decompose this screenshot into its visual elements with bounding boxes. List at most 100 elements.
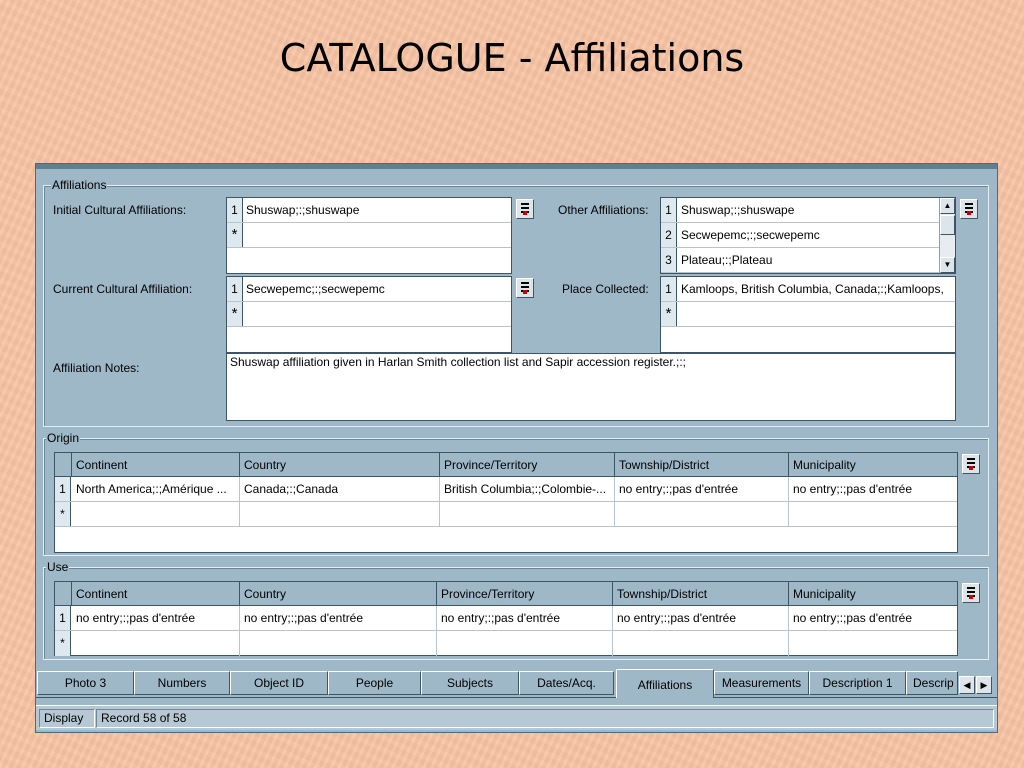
table-cell[interactable]: Canada;:;Canada [240,477,440,501]
table-cell[interactable]: no entry;:;pas d'entrée [240,606,437,630]
table-cell[interactable] [615,502,789,526]
table-new-row[interactable]: * [55,502,957,527]
row-selector[interactable]: 1 [661,277,677,301]
new-row-marker: * [227,302,243,326]
other-affiliation-value[interactable]: Plateau;:;Plateau [681,248,772,272]
table-cell[interactable] [440,502,615,526]
tab-subjects[interactable]: Subjects [421,671,519,695]
list-edit-icon[interactable] [962,454,980,474]
use-grid[interactable]: Continent Country Province/Territory Tow… [54,581,958,656]
scroll-thumb[interactable] [940,215,955,235]
origin-grid[interactable]: Continent Country Province/Territory Tow… [54,452,958,553]
tab-affiliations[interactable]: Affiliations [616,669,714,698]
origin-panel: Origin Continent Country Province/Territ… [43,431,989,556]
table-cell[interactable]: no entry;:;pas d'entrée [613,606,789,630]
subform-row[interactable]: 1 Secwepemc;:;secwepemc [227,277,511,302]
row-selector[interactable]: 1 [227,277,243,301]
tab-description-2[interactable]: Descrip [906,671,958,695]
table-cell[interactable] [240,502,440,526]
column-header[interactable]: Province/Territory [437,582,613,605]
current-affiliation-subform[interactable]: 1 Secwepemc;:;secwepemc * [226,276,512,353]
affiliation-notes-value[interactable]: Shuswap affiliation given in Harlan Smit… [230,354,686,374]
initial-affiliation-value[interactable]: Shuswap;:;shuswape [246,198,359,222]
table-cell[interactable]: no entry;:;pas d'entrée [72,606,240,630]
affiliation-notes-label: Affiliation Notes: [53,361,140,375]
list-edit-icon[interactable] [516,278,534,298]
place-collected-label: Place Collected: [562,282,649,296]
subform-new-row[interactable]: * [227,223,511,248]
table-cell[interactable]: no entry;:;pas d'entrée [615,477,789,501]
subform-row[interactable]: 3 Plateau;:;Plateau [661,248,941,273]
place-collected-value[interactable]: Kamloops, British Columbia, Canada;:;Kam… [681,277,944,301]
row-selector[interactable]: 1 [55,606,71,630]
status-record: Record 58 of 58 [96,709,994,728]
affiliation-notes-field[interactable]: Shuswap affiliation given in Harlan Smit… [226,353,956,421]
subform-row[interactable]: 2 Secwepemc;:;secwepemc [661,223,941,248]
table-row[interactable]: 1 North America;:;Amérique ... Canada;:;… [55,477,957,502]
column-header[interactable]: Municipality [789,453,957,476]
row-selector[interactable]: 1 [55,477,71,501]
list-edit-icon[interactable] [960,199,978,219]
subform-new-row[interactable]: * [227,302,511,327]
other-affiliations-subform[interactable]: 1 Shuswap;:;shuswape 2 Secwepemc;:;secwe… [660,197,956,274]
table-cell[interactable] [72,502,240,526]
new-row-marker: * [661,302,677,326]
initial-affiliations-label: Initial Cultural Affiliations: [53,203,187,217]
other-affiliation-value[interactable]: Secwepemc;:;secwepemc [681,223,820,247]
place-collected-subform[interactable]: 1 Kamloops, British Columbia, Canada;:;K… [660,276,956,353]
table-cell[interactable]: British Columbia;:;Colombie-... [440,477,615,501]
scroll-down-icon[interactable]: ▼ [940,257,955,273]
subform-row[interactable]: 1 Shuswap;:;shuswape [227,198,511,223]
subform-new-row[interactable]: * [661,302,955,327]
tab-photo-3[interactable]: Photo 3 [37,671,134,695]
table-cell[interactable]: no entry;:;pas d'entrée [437,606,613,630]
table-cell[interactable] [613,631,789,656]
list-edit-icon[interactable] [962,583,980,603]
current-affiliation-value[interactable]: Secwepemc;:;secwepemc [246,277,385,301]
use-legend: Use [46,560,70,574]
status-bar: Display Record 58 of 58 [36,705,997,730]
affiliations-legend: Affiliations [51,178,108,192]
table-cell[interactable]: North America;:;Amérique ... [72,477,240,501]
tab-numbers[interactable]: Numbers [134,671,230,695]
column-header[interactable]: Continent [72,453,240,476]
row-selector[interactable]: 3 [661,248,677,272]
column-header[interactable]: Municipality [789,582,957,605]
use-grid-header: Continent Country Province/Territory Tow… [55,582,957,606]
origin-legend: Origin [46,431,81,445]
column-header[interactable]: Continent [72,582,240,605]
tab-dates-acq[interactable]: Dates/Acq. [519,671,614,695]
column-header[interactable]: Township/District [615,453,789,476]
tab-measurements[interactable]: Measurements [714,671,809,695]
other-affiliations-label: Other Affiliations: [558,203,649,217]
scroll-up-icon[interactable]: ▲ [940,198,955,214]
other-affiliations-scrollbar[interactable]: ▲ ▼ [939,198,955,273]
status-mode: Display [39,709,95,728]
column-header[interactable]: Province/Territory [440,453,615,476]
column-header[interactable]: Township/District [613,582,789,605]
tab-description-1[interactable]: Description 1 [809,671,906,695]
subform-row[interactable]: 1 Kamloops, British Columbia, Canada;:;K… [661,277,955,302]
initial-affiliations-subform[interactable]: 1 Shuswap;:;shuswape * [226,197,512,274]
row-selector[interactable]: 2 [661,223,677,247]
table-cell[interactable] [240,631,437,656]
list-edit-icon[interactable] [516,199,534,219]
other-affiliation-value[interactable]: Shuswap;:;shuswape [681,198,794,222]
table-cell[interactable]: no entry;:;pas d'entrée [789,606,957,630]
table-new-row[interactable]: * [55,631,957,656]
tab-object-id[interactable]: Object ID [230,671,328,695]
tab-people[interactable]: People [328,671,421,695]
arrow-left-icon[interactable]: ◀ [959,676,975,694]
subform-row[interactable]: 1 Shuswap;:;shuswape [661,198,941,223]
new-row-marker: * [55,631,71,656]
table-cell[interactable] [437,631,613,656]
row-selector[interactable]: 1 [227,198,243,222]
table-cell[interactable]: no entry;:;pas d'entrée [789,477,957,501]
column-header[interactable]: Country [240,453,440,476]
row-selector[interactable]: 1 [661,198,677,222]
table-cell[interactable] [72,631,240,656]
arrow-right-icon[interactable]: ▶ [976,676,992,694]
column-header[interactable]: Country [240,582,437,605]
header-corner [55,453,72,476]
table-row[interactable]: 1 no entry;:;pas d'entrée no entry;:;pas… [55,606,957,631]
